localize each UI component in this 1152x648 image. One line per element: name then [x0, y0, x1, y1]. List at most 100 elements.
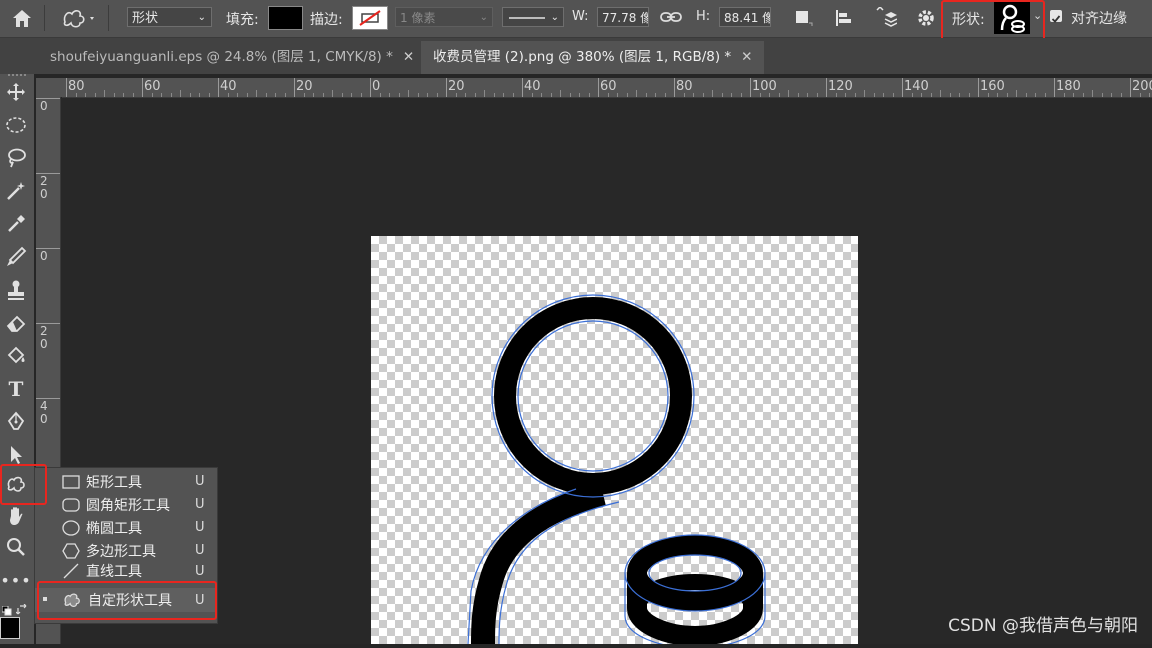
- ruler-label: 60: [600, 79, 617, 94]
- stroke-swatch[interactable]: [352, 6, 388, 30]
- ruler-minor-tick: [712, 90, 713, 97]
- shortcut-key: U: [195, 497, 205, 512]
- horizontal-ruler[interactable]: 80604020020406080100120140160180200: [62, 78, 1152, 98]
- ruler-label: 2 0: [40, 174, 48, 201]
- tools-panel: T •••: [0, 74, 34, 644]
- path-arrangement-icon[interactable]: [873, 5, 898, 33]
- ellipse-icon: [61, 519, 81, 536]
- ruler-minor-tick: [645, 93, 647, 97]
- fill-swatch[interactable]: [268, 6, 303, 30]
- shortcut-key: U: [195, 563, 205, 579]
- menu-item-label: 矩形工具: [86, 474, 142, 491]
- ruler-minor-tick: [313, 93, 314, 97]
- chevron-down-icon: ⌄: [197, 12, 206, 23]
- foreground-color-swatch[interactable]: [0, 617, 20, 639]
- home-icon[interactable]: [10, 7, 34, 33]
- ruler-minor-tick: [693, 93, 694, 97]
- ruler-label: 20: [448, 79, 465, 94]
- custom-shape-preset-icon[interactable]: [60, 6, 98, 34]
- align-edges-checkbox[interactable]: [1050, 10, 1062, 23]
- ruler-tick: [142, 78, 143, 97]
- ruler-tick: [294, 78, 295, 97]
- eraser-icon[interactable]: [2, 309, 30, 337]
- rounded-rectangle-icon: [61, 497, 81, 513]
- menu-item-polygon[interactable]: 多边形工具 U: [35, 539, 217, 562]
- ruler-minor-tick: [949, 93, 951, 97]
- more-tools-icon[interactable]: •••: [0, 566, 30, 594]
- menu-item-rectangle[interactable]: 矩形工具 U: [35, 470, 217, 493]
- ruler-label: 140: [904, 79, 929, 94]
- ruler-minor-tick: [1120, 93, 1122, 97]
- ruler-minor-tick: [85, 93, 86, 97]
- ruler-minor-tick: [797, 93, 799, 97]
- highlight-custom-shape-tool: [0, 464, 47, 505]
- tab-eps-document[interactable]: shoufeiyuanguanli.eps @ 24.8% (图层 1, CMY…: [38, 41, 421, 74]
- menu-item-ellipse[interactable]: 椭圆工具 U: [35, 516, 217, 539]
- ruler-tick: [902, 78, 903, 97]
- ruler-tick: [218, 78, 219, 97]
- ruler-minor-tick: [189, 93, 191, 97]
- mode-select[interactable]: 形状 ⌄: [127, 7, 212, 27]
- document-canvas[interactable]: [371, 236, 858, 648]
- stroke-label: 描边:: [310, 12, 343, 28]
- ruler-minor-tick: [655, 93, 656, 97]
- ruler-minor-tick: [1092, 90, 1093, 97]
- rectangle-icon: [61, 474, 81, 490]
- ruler-tick: [1054, 78, 1055, 97]
- marquee-tool-icon[interactable]: [2, 111, 30, 139]
- ruler-origin[interactable]: [36, 78, 62, 97]
- mode-select-value: 形状: [132, 11, 159, 26]
- brush-icon[interactable]: [2, 243, 30, 271]
- tab-png-document[interactable]: 收费员管理 (2).png @ 380% (图层 1, RGB/8) * ✕: [421, 41, 764, 74]
- ruler-minor-tick: [968, 93, 970, 97]
- ruler-minor-tick: [427, 93, 428, 97]
- ruler-minor-tick: [873, 93, 875, 97]
- hand-tool-icon[interactable]: [2, 502, 30, 530]
- ruler-label: 0: [372, 79, 381, 94]
- eyedropper-icon[interactable]: [2, 210, 30, 238]
- menu-item-rounded-rectangle[interactable]: 圆角矩形工具 U: [35, 493, 217, 516]
- ruler-label: 20: [296, 79, 313, 94]
- watermark: CSDN @我借声色与朝阳: [948, 616, 1138, 636]
- pen-tool-icon[interactable]: [2, 408, 30, 436]
- path-operations-icon[interactable]: [794, 9, 814, 31]
- type-tool-icon[interactable]: T: [2, 375, 30, 403]
- user-coins-artwork: [467, 294, 766, 648]
- ruler-minor-tick: [398, 93, 400, 97]
- menu-item-label: 直线工具: [86, 564, 142, 580]
- paint-bucket-icon[interactable]: [2, 342, 30, 370]
- ruler-minor-tick: [474, 93, 476, 97]
- menu-item-line[interactable]: 直线工具 U: [35, 562, 217, 580]
- stroke-width-field[interactable]: 1 像素 ⌄: [395, 7, 493, 27]
- zoom-tool-icon[interactable]: [2, 533, 30, 561]
- ruler-minor-tick: [940, 90, 941, 97]
- ruler-minor-tick: [436, 93, 438, 97]
- height-value: 88.41 像: [724, 11, 771, 25]
- close-icon[interactable]: ✕: [403, 49, 414, 65]
- chevron-down-icon: ⌄: [479, 12, 488, 23]
- ruler-label: 180: [1056, 79, 1081, 94]
- stamp-icon[interactable]: [2, 276, 30, 304]
- width-field[interactable]: 77.78 像: [597, 7, 649, 27]
- ruler-minor-tick: [417, 93, 419, 97]
- stroke-type-select[interactable]: ⌄: [502, 7, 564, 27]
- ruler-label: 80: [68, 79, 85, 94]
- lasso-tool-icon[interactable]: [2, 144, 30, 172]
- ruler-minor-tick: [322, 93, 324, 97]
- link-icon[interactable]: [660, 9, 682, 29]
- move-tool-icon[interactable]: [2, 78, 30, 106]
- line-icon: [61, 563, 81, 579]
- ruler-minor-tick: [341, 93, 343, 97]
- menu-item-label: 多边形工具: [86, 543, 156, 560]
- ruler-minor-tick: [332, 90, 333, 97]
- ruler-tick: [66, 78, 67, 97]
- height-field[interactable]: 88.41 像: [719, 7, 771, 27]
- close-icon[interactable]: ✕: [741, 49, 752, 65]
- polygon-icon: [61, 542, 81, 559]
- path-alignment-icon[interactable]: [834, 8, 854, 32]
- gear-icon[interactable]: [916, 8, 938, 32]
- ruler-minor-tick: [161, 93, 162, 97]
- ruler-minor-tick: [265, 93, 267, 97]
- magic-wand-icon[interactable]: [2, 177, 30, 205]
- ruler-minor-tick: [208, 93, 210, 97]
